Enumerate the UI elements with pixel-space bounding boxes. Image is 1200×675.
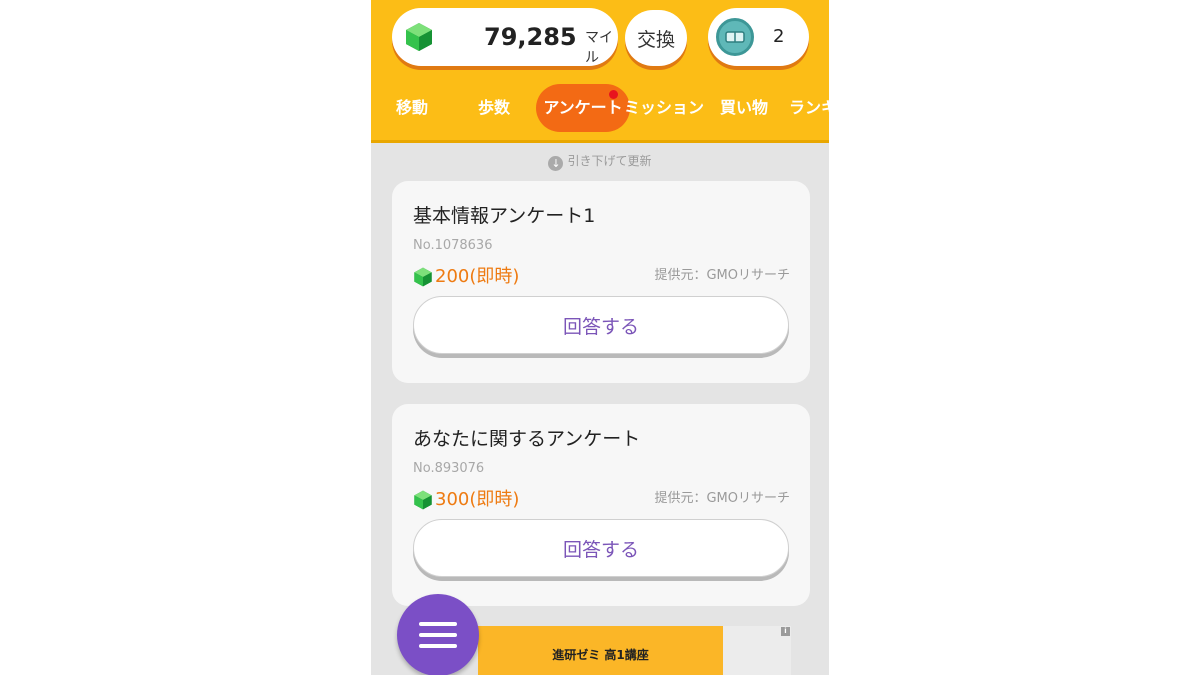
survey-card: あなたに関するアンケート No.893076 300(即時) 提供元：GMOリサ… (392, 404, 810, 606)
green-gem-icon (406, 23, 432, 51)
tab-mission[interactable]: ミッション (624, 84, 704, 132)
ticket-balance[interactable]: 2 (708, 8, 809, 66)
answer-button[interactable]: 回答する (413, 296, 789, 354)
menu-button[interactable] (397, 594, 479, 675)
survey-number: No.893076 (413, 461, 485, 476)
exchange-label: 交換 (636, 28, 675, 51)
category-tabs: 移動 歩数 アンケート ミッション 買い物 ランキ (371, 84, 829, 132)
miles-balance[interactable]: 79,285 マイル (392, 8, 618, 66)
hamburger-icon (419, 622, 457, 626)
survey-title: 基本情報アンケート1 (413, 205, 596, 227)
ticket-coin-icon (716, 18, 754, 56)
ad-text: 進研ゼミ 高1講座 (552, 648, 649, 662)
miles-value: 79,285 (484, 23, 577, 51)
survey-reward: 300(即時) (413, 488, 519, 512)
survey-title: あなたに関するアンケート (413, 428, 641, 450)
tab-steps[interactable]: 歩数 (478, 84, 510, 132)
survey-card: 基本情報アンケート1 No.1078636 200(即時) 提供元：GMOリサー… (392, 181, 810, 383)
tab-shopping[interactable]: 買い物 (720, 84, 768, 132)
reward-amount: 300(即時) (435, 489, 520, 510)
survey-provider: 提供元：GMOリサーチ (654, 268, 790, 283)
refresh-hint-text: 引き下げて更新 (567, 154, 652, 168)
header: 79,285 マイル 交換 2 移動 歩数 アンケート ミッション 買い物 ラン… (371, 0, 829, 143)
exchange-button[interactable]: 交換 (625, 10, 687, 66)
survey-reward: 200(即時) (413, 265, 519, 289)
answer-button[interactable]: 回答する (413, 519, 789, 577)
reward-amount: 200(即時) (435, 266, 520, 287)
miles-unit: マイル (585, 30, 613, 66)
app-screen: 79,285 マイル 交換 2 移動 歩数 アンケート ミッション 買い物 ラン… (371, 0, 829, 675)
survey-provider: 提供元：GMOリサーチ (654, 491, 790, 506)
ticket-count: 2 (773, 26, 785, 47)
ad-banner[interactable]: 進研ゼミ 高1講座 (478, 626, 723, 675)
green-gem-icon (414, 490, 432, 510)
ad-info-icon[interactable]: i (781, 627, 790, 636)
arrow-down-icon: ↓ (548, 156, 564, 171)
tab-move[interactable]: 移動 (396, 84, 428, 132)
tab-ranking[interactable]: ランキ (789, 84, 829, 132)
green-gem-icon (414, 267, 432, 287)
survey-number: No.1078636 (413, 238, 493, 253)
hamburger-icon-bar (419, 633, 457, 637)
hamburger-icon-bar (419, 644, 457, 648)
pull-to-refresh-hint: ↓ 引き下げて更新 (371, 152, 829, 171)
notification-dot (609, 90, 618, 99)
